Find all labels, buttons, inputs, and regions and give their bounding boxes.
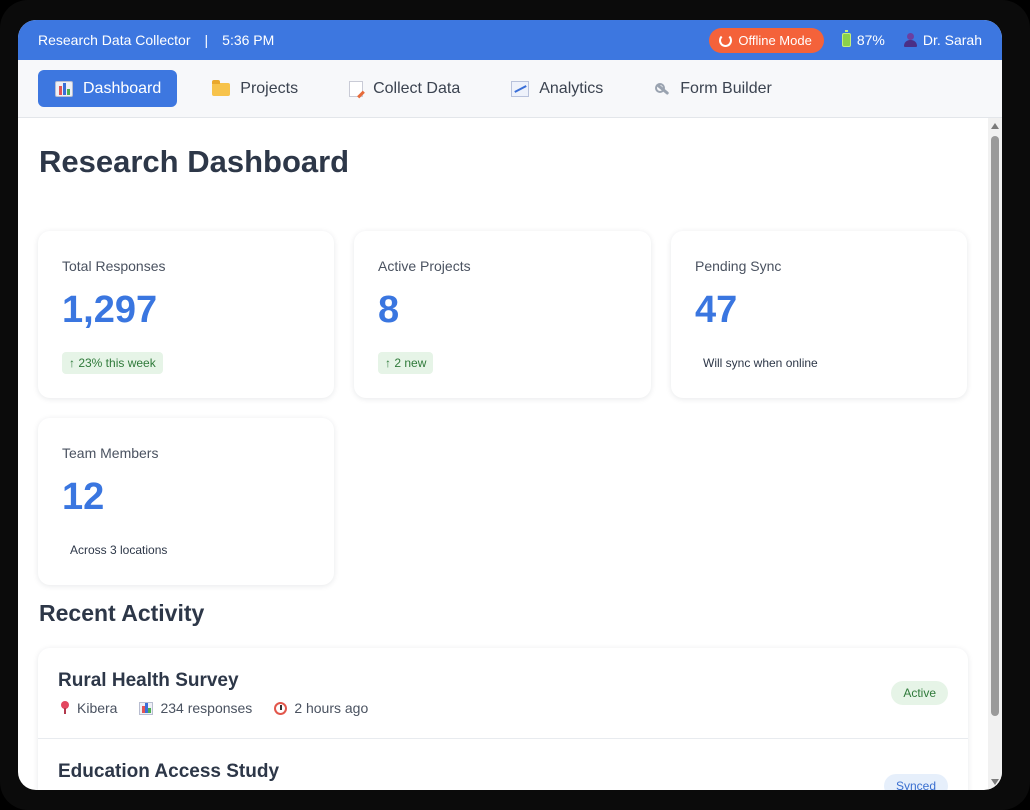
main-nav: Dashboard Projects Collect Data Analytic… (18, 60, 1002, 118)
tab-collect-data[interactable]: Collect Data (332, 70, 476, 107)
user-menu[interactable]: Dr. Sarah (903, 32, 982, 48)
folder-icon (212, 80, 231, 96)
clock-time: 5:36 PM (222, 32, 275, 48)
app-screen: Research Data Collector | 5:36 PM Offlin… (18, 20, 1002, 790)
alarm-clock-icon (274, 701, 288, 715)
bar-chart-icon (55, 80, 73, 97)
tab-projects[interactable]: Projects (195, 70, 314, 107)
status-bar: Research Data Collector | 5:36 PM Offlin… (18, 20, 1002, 60)
scrollbar-thumb[interactable] (991, 136, 999, 716)
tablet-frame: Research Data Collector | 5:36 PM Offlin… (0, 0, 1030, 810)
stat-card-team-members[interactable]: Team Members 12 Across 3 locations (38, 418, 334, 585)
stat-label: Total Responses (62, 258, 166, 274)
user-name: Dr. Sarah (922, 32, 982, 48)
trend-chart-icon (511, 80, 530, 97)
scroll-up-arrow-icon[interactable] (991, 123, 999, 129)
status-badge: Active (891, 681, 948, 705)
stat-value: 8 (378, 289, 400, 331)
memo-icon (349, 80, 364, 97)
status-right: Offline Mode 87% Dr. Sarah (709, 27, 982, 53)
stat-card-pending-sync[interactable]: Pending Sync 47 Will sync when online (671, 231, 967, 398)
vertical-scrollbar[interactable] (988, 118, 1002, 790)
stat-note: Will sync when online (703, 356, 818, 370)
activity-responses: 234 responses (139, 700, 252, 716)
tab-analytics[interactable]: Analytics (494, 70, 619, 107)
stat-value: 1,297 (62, 289, 158, 331)
activity-title: Rural Health Survey (58, 670, 239, 691)
main-content: Research Dashboard Total Responses 1,297… (18, 118, 988, 790)
stat-value: 12 (62, 476, 105, 518)
scroll-down-arrow-icon[interactable] (991, 779, 999, 785)
tab-label: Collect Data (373, 79, 461, 97)
battery-icon (841, 30, 851, 47)
stat-trend-badge: ↑ 2 new (378, 352, 434, 374)
responses-text: 234 responses (160, 700, 253, 716)
tab-label: Projects (240, 79, 299, 97)
stat-card-active-projects[interactable]: Active Projects 8 ↑ 2 new (354, 231, 651, 398)
activity-meta: Kibera 234 responses 2 hours ago (60, 700, 368, 716)
app-title: Research Data Collector (38, 32, 191, 48)
status-badge: Synced (883, 774, 948, 790)
stat-label: Active Projects (378, 258, 471, 274)
activity-location: Kibera (60, 700, 117, 716)
bar-chart-icon (139, 701, 154, 715)
tab-label: Form Builder (680, 79, 772, 97)
time-text: 2 hours ago (294, 700, 369, 716)
activity-item-rural-health-survey[interactable]: Rural Health Survey Kibera 234 responses (38, 648, 968, 738)
tab-form-builder[interactable]: Form Builder (637, 70, 788, 107)
battery-level: 87% (856, 32, 885, 48)
activity-title: Education Access Study (58, 761, 280, 782)
stat-label: Team Members (62, 445, 159, 461)
location-pin-icon (60, 701, 70, 715)
stat-trend-badge: ↑ 23% this week (62, 352, 163, 374)
offline-mode-label: Offline Mode (738, 32, 812, 48)
stat-label: Pending Sync (695, 258, 782, 274)
activity-time: 2 hours ago (274, 700, 368, 716)
stat-card-total-responses[interactable]: Total Responses 1,297 ↑ 23% this week (38, 231, 334, 398)
battery-status: 87% (841, 30, 885, 48)
sync-spinner-icon (719, 33, 733, 47)
tab-dashboard[interactable]: Dashboard (38, 70, 178, 107)
location-text: Kibera (77, 700, 118, 716)
recent-activity-title: Recent Activity (39, 600, 205, 626)
user-icon (903, 33, 917, 47)
stat-value: 47 (695, 289, 738, 331)
stat-note: Across 3 locations (70, 543, 168, 557)
page-title: Research Dashboard (39, 144, 350, 179)
wrench-icon (654, 81, 670, 97)
activity-item-education-access-study[interactable]: Education Access Study Synced (38, 738, 968, 790)
tab-label: Dashboard (83, 79, 162, 97)
title-separator: | (204, 32, 209, 48)
tab-label: Analytics (539, 79, 604, 97)
offline-mode-badge[interactable]: Offline Mode (709, 27, 824, 53)
recent-activity-list: Rural Health Survey Kibera 234 responses (38, 648, 968, 790)
